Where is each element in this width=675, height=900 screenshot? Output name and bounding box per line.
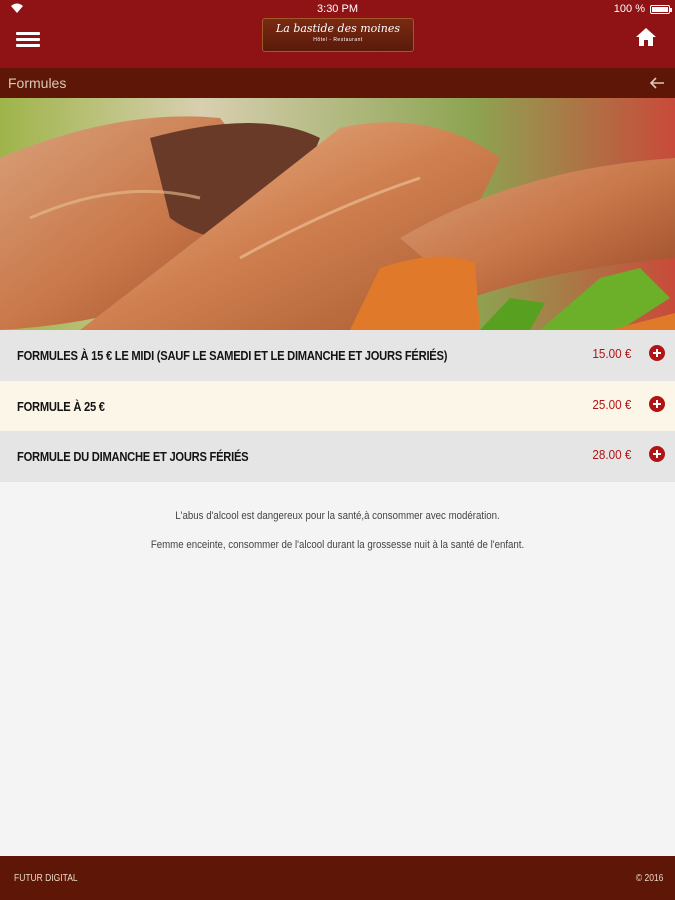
pregnancy-warning: Femme enceinte, consommer de l'alcool du… — [150, 539, 525, 551]
back-arrow-icon[interactable] — [649, 75, 665, 91]
app-header: La bastide des moines Hôtel - Restaurant — [0, 18, 675, 68]
logo-name: La bastide des moines — [275, 22, 401, 35]
formula-row-sunday[interactable]: FORMULE DU DIMANCHE ET JOURS FÉRIÉS 28.0… — [0, 431, 675, 482]
add-circle-icon[interactable] — [649, 395, 665, 412]
food-photo — [0, 98, 675, 330]
formula-price: 25.00 € — [591, 396, 631, 412]
formula-price: 28.00 € — [591, 447, 631, 462]
add-circle-icon[interactable] — [649, 446, 665, 462]
battery-percentage: 100 % — [613, 3, 645, 15]
hamburger-icon — [16, 32, 40, 35]
footer-brand: FUTUR DIGITAL — [14, 873, 78, 884]
legal-notice: L'abus d'alcool est dangereux pour la sa… — [0, 510, 675, 568]
footer-copyright: © 2016 — [635, 873, 663, 884]
formula-row-25[interactable]: FORMULE À 25 € 25.00 € — [0, 380, 675, 431]
restaurant-logo[interactable]: La bastide des moines Hôtel - Restaurant — [262, 18, 414, 52]
battery-icon — [650, 5, 672, 14]
add-circle-icon[interactable] — [649, 345, 665, 361]
formula-label: FORMULE À 25 € — [17, 398, 105, 414]
formula-price: 15.00 € — [591, 346, 631, 361]
formula-label: FORMULE DU DIMANCHE ET JOURS FÉRIÉS — [17, 449, 249, 464]
formula-row-15[interactable]: FORMULES À 15 € LE MIDI (SAUF LE SAMEDI … — [0, 330, 675, 381]
menu-button[interactable] — [16, 29, 40, 51]
home-icon[interactable] — [635, 26, 657, 48]
hero-food-image — [0, 98, 675, 330]
alcohol-warning: L'abus d'alcool est dangereux pour la sa… — [175, 510, 500, 522]
status-time: 3:30 PM — [317, 3, 358, 15]
status-bar: 3:30 PM 100 % — [0, 0, 675, 18]
formula-list: FORMULES À 15 € LE MIDI (SAUF LE SAMEDI … — [0, 330, 675, 482]
section-bar: Formules — [0, 68, 675, 98]
page-title: Formules — [8, 75, 67, 91]
logo-subtitle: Hôtel - Restaurant — [313, 37, 363, 43]
formula-label: FORMULES À 15 € LE MIDI (SAUF LE SAMEDI … — [17, 348, 448, 363]
footer: FUTUR DIGITAL © 2016 — [0, 856, 675, 900]
